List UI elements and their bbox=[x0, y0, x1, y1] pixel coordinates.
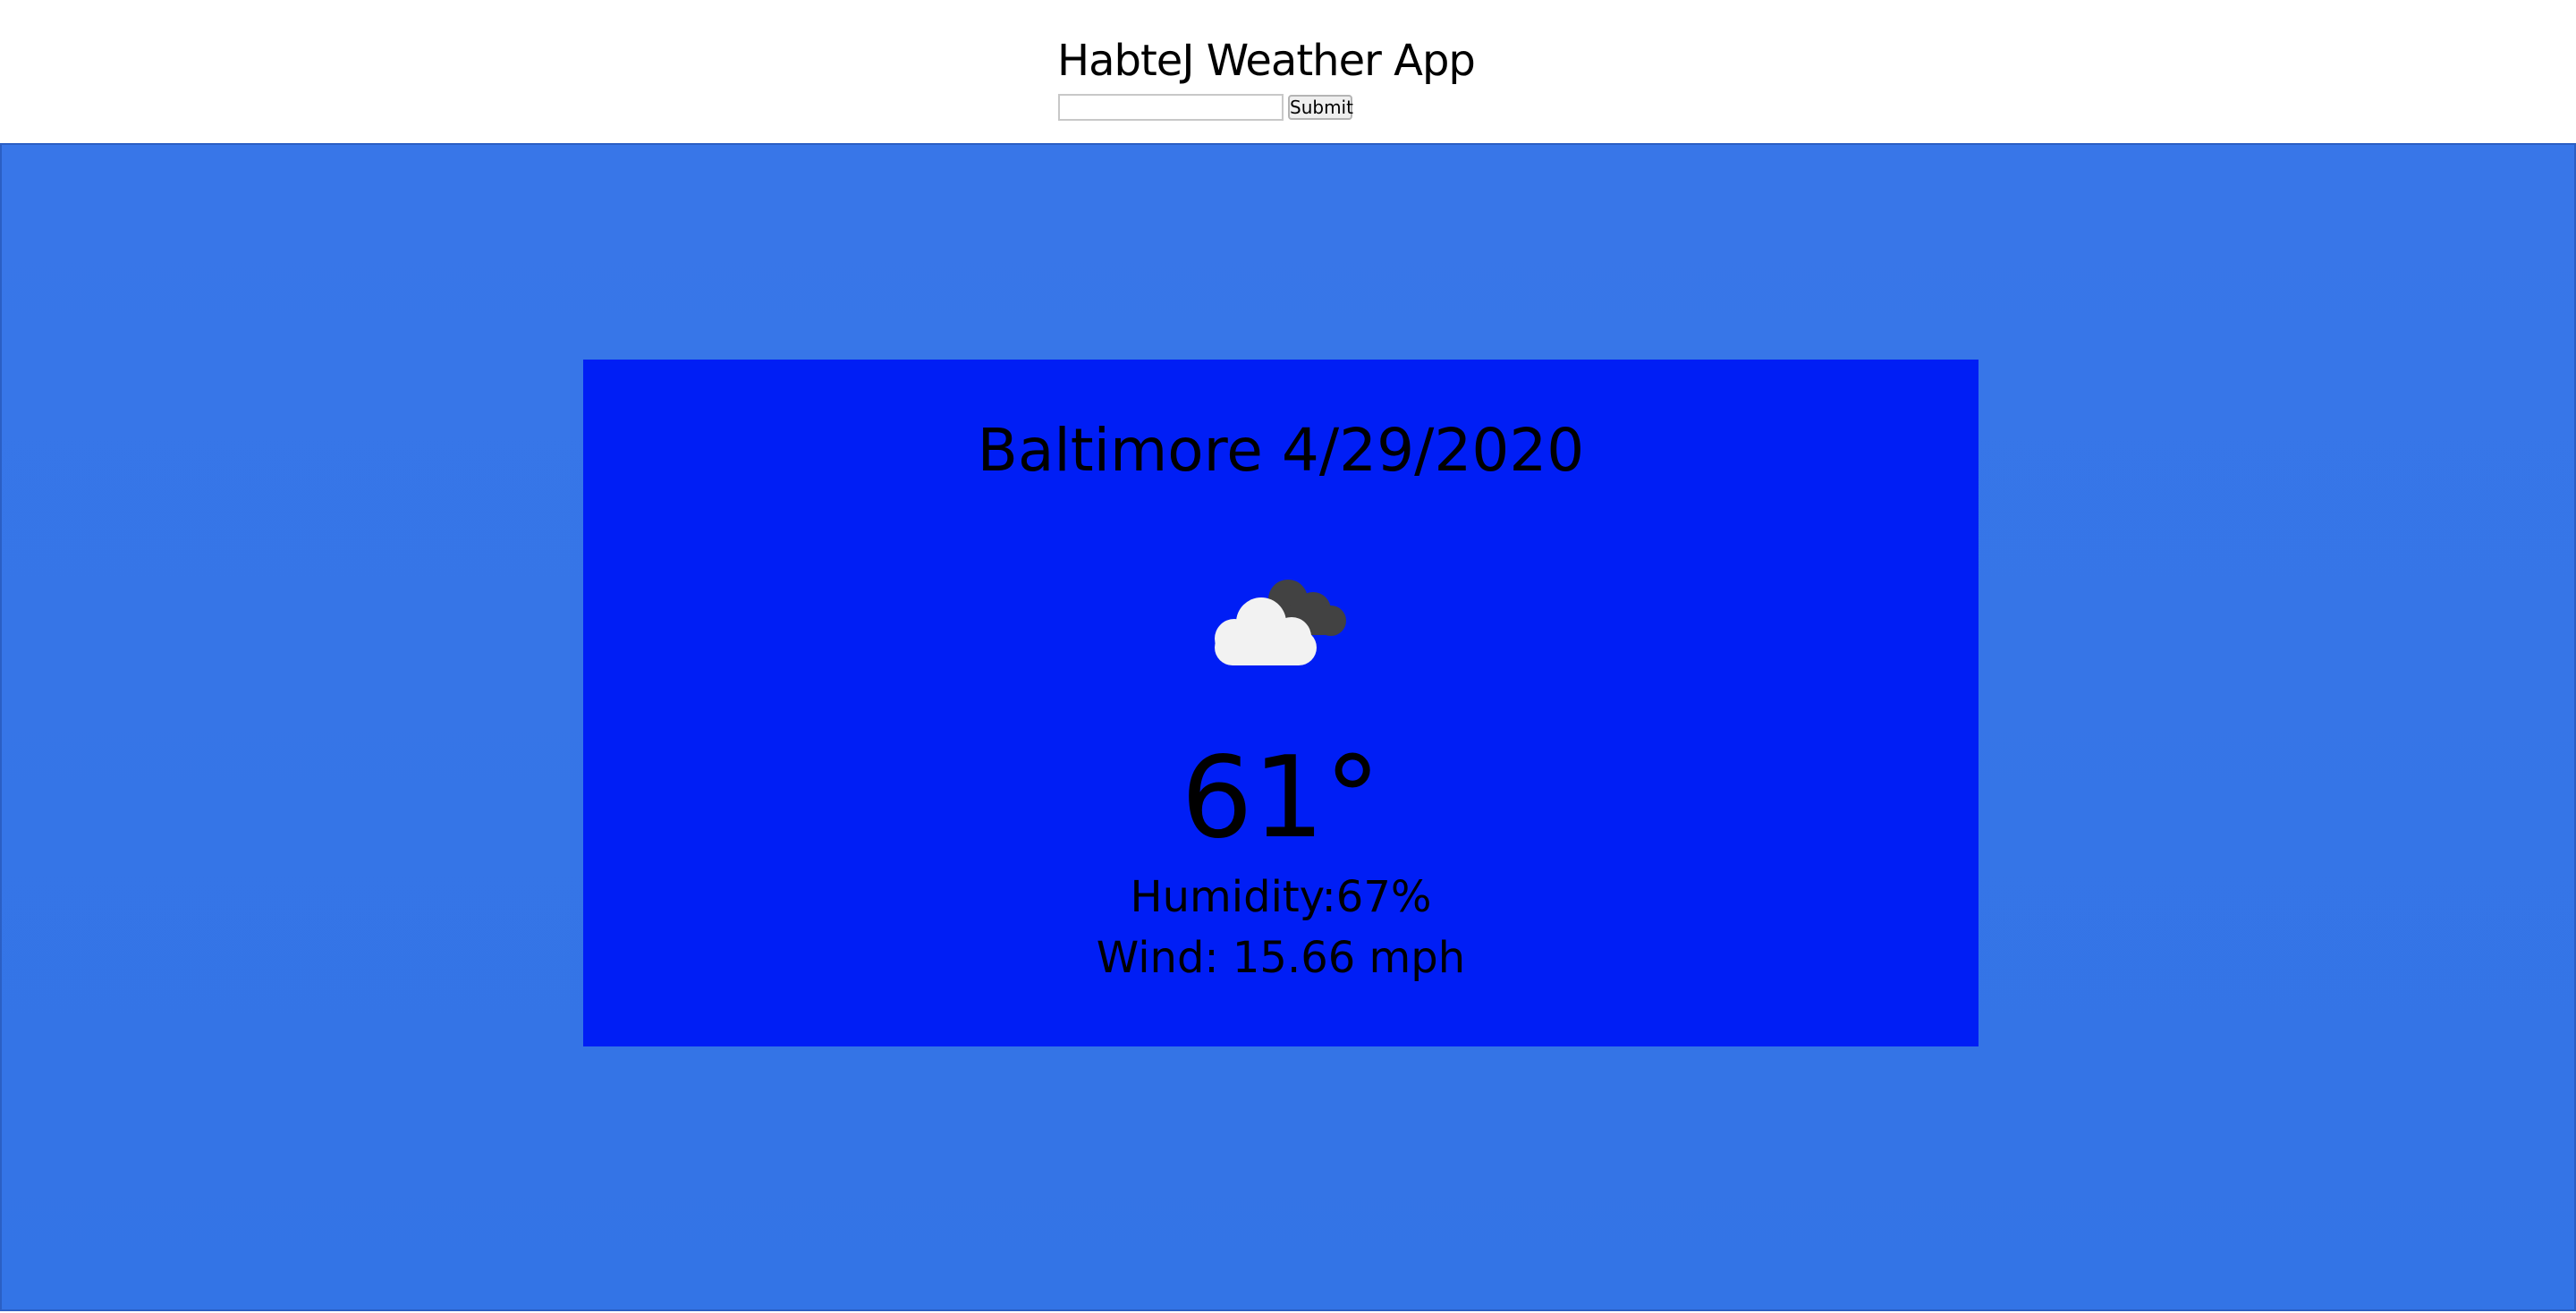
humidity-value: Humidity:67% bbox=[1130, 872, 1432, 922]
cloudy-icon bbox=[1215, 580, 1346, 665]
app-header: HabteJ Weather App Submit bbox=[0, 0, 2576, 143]
main-content-area: Baltimore 4/29/2020 61° Humidity:67% Win… bbox=[0, 143, 2576, 1311]
temperature-value: 61° bbox=[1181, 732, 1381, 863]
city-search-input[interactable] bbox=[1058, 94, 1284, 121]
app-title: HabteJ Weather App bbox=[1057, 36, 1476, 86]
wind-value: Wind: 15.66 mph bbox=[1096, 933, 1466, 983]
submit-button[interactable]: Submit bbox=[1288, 95, 1353, 120]
city-date-heading: Baltimore 4/29/2020 bbox=[977, 416, 1585, 485]
weather-card: Baltimore 4/29/2020 61° Humidity:67% Win… bbox=[583, 360, 1979, 1046]
